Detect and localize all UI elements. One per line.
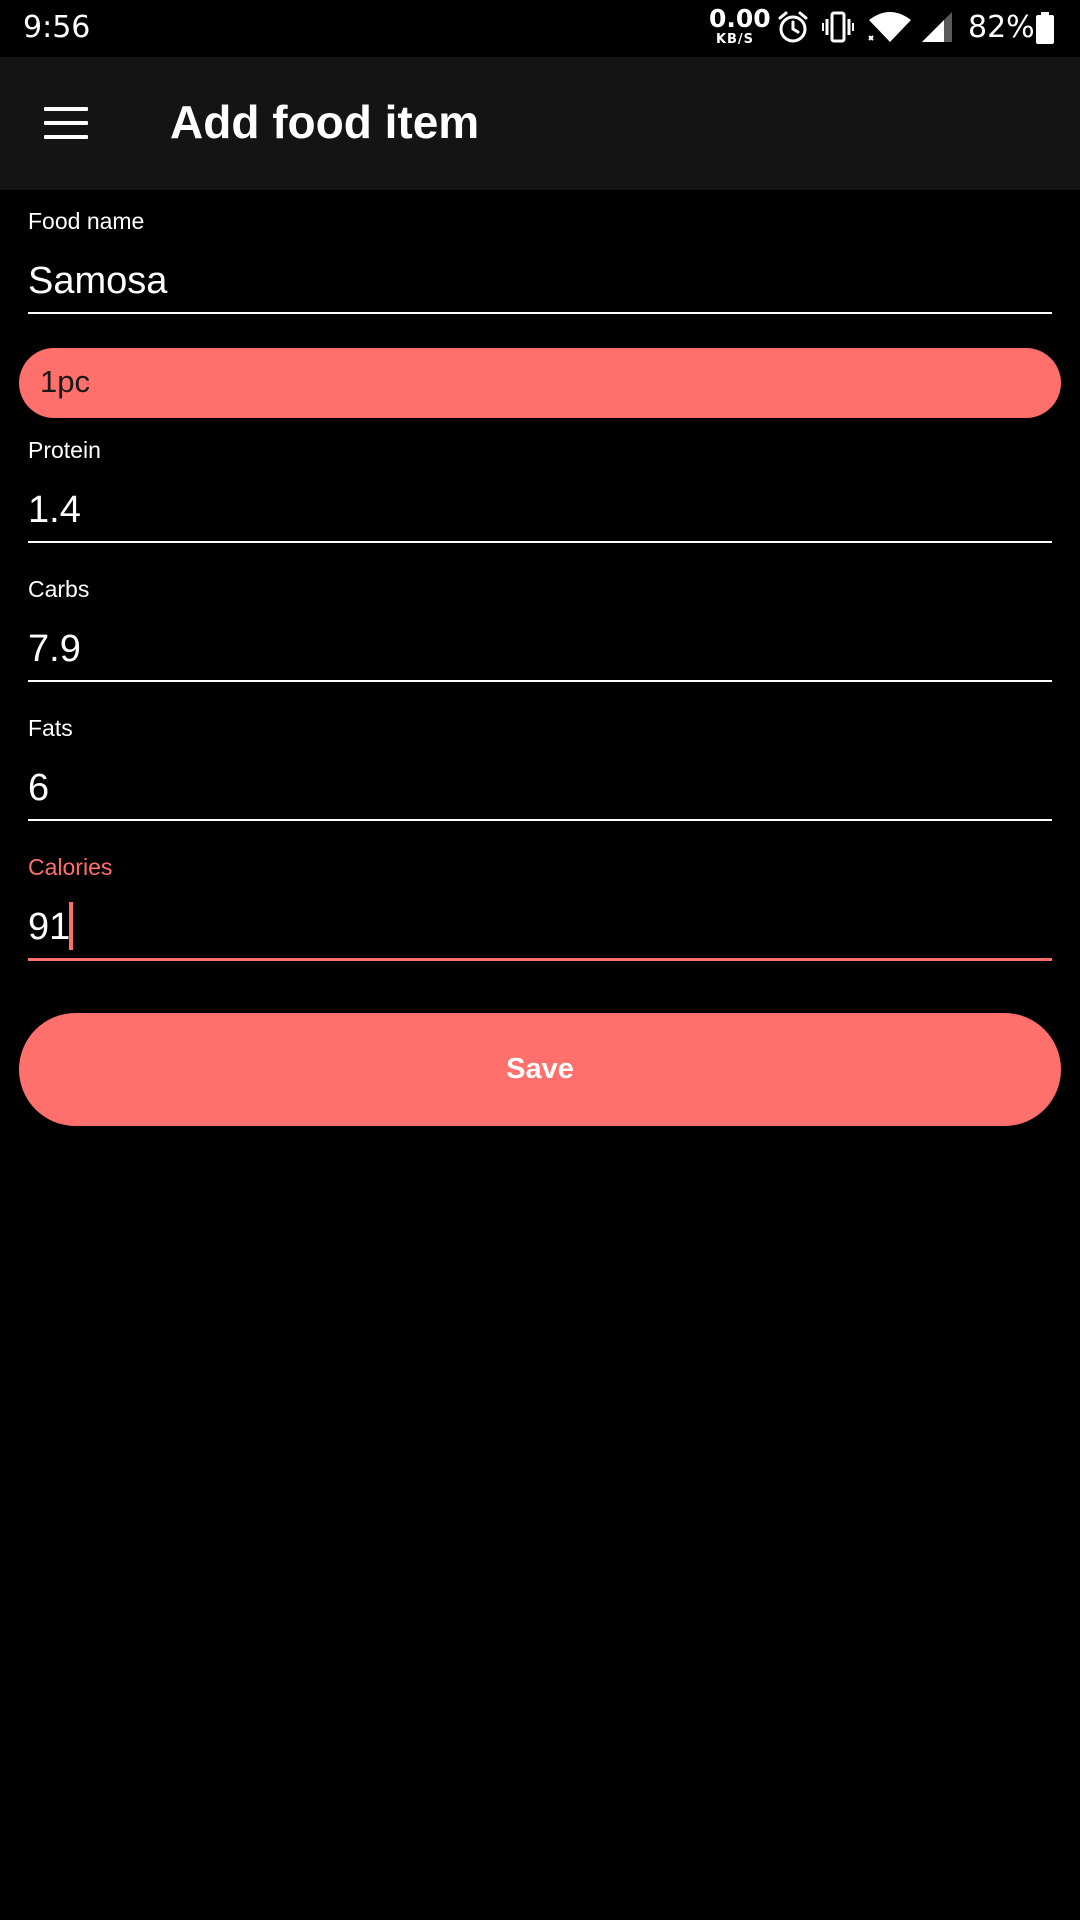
serving-unit-value: 1pc	[40, 364, 90, 399]
network-speed-value: 0.00	[709, 4, 771, 33]
status-time: 9:56	[23, 10, 91, 45]
fats-input[interactable]	[28, 763, 1052, 821]
food-name-label: Food name	[28, 208, 145, 234]
network-speed: 0.00 KB/S	[709, 4, 771, 47]
protein-input[interactable]	[28, 485, 1052, 543]
status-bar: 9:56 0.00 KB/S 82%	[0, 0, 1080, 57]
calories-label: Calories	[28, 854, 113, 880]
vibrate-icon	[822, 11, 854, 43]
alarm-icon	[778, 11, 808, 43]
carbs-label: Carbs	[28, 576, 90, 602]
hamburger-menu-icon[interactable]	[44, 107, 88, 139]
protein-label: Protein	[28, 437, 101, 463]
wifi-icon	[868, 12, 911, 42]
food-name-field: Food name	[28, 208, 1052, 314]
battery-icon	[1036, 12, 1054, 44]
serving-unit-selector[interactable]: 1pc	[19, 348, 1061, 418]
app-bar: Add food item	[0, 57, 1080, 190]
network-speed-unit: KB/S	[715, 32, 755, 47]
fats-field: Fats	[28, 715, 1052, 821]
battery-percent: 82%	[968, 10, 1035, 45]
carbs-field: Carbs	[28, 576, 1052, 682]
protein-field: Protein	[28, 437, 1052, 543]
cell-signal-icon	[922, 12, 952, 42]
calories-input[interactable]	[28, 902, 1052, 961]
fats-label: Fats	[28, 715, 73, 741]
page-title: Add food item	[170, 96, 480, 148]
calories-field: Calories	[28, 854, 1052, 961]
text-cursor	[69, 902, 73, 950]
save-button[interactable]: Save	[19, 1013, 1061, 1126]
food-name-input[interactable]	[28, 256, 1052, 314]
carbs-input[interactable]	[28, 624, 1052, 682]
